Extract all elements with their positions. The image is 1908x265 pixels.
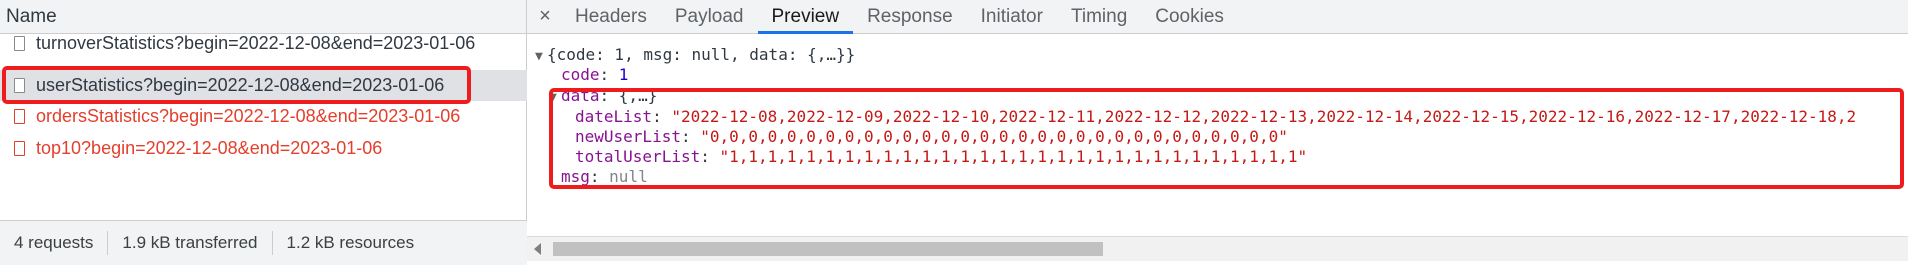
request-detail-panel: × Headers Payload Preview Response Initi…	[527, 0, 1908, 265]
divider	[271, 231, 273, 255]
horizontal-scrollbar[interactable]	[527, 236, 1908, 261]
request-row[interactable]: top10?begin=2022-12-08&end=2023-01-06	[0, 133, 527, 164]
transferred-size: 1.9 kB transferred	[122, 233, 258, 252]
document-icon	[14, 141, 25, 156]
tab-timing[interactable]: Timing	[1057, 0, 1141, 33]
tab-payload[interactable]: Payload	[661, 0, 758, 33]
data-summary: {,…}	[618, 86, 658, 105]
msg-node: msg: null	[561, 167, 648, 186]
msg-value: null	[609, 167, 648, 186]
date-list-value: "2022-12-08,2022-12-09,2022-12-10,2022-1…	[671, 107, 1857, 126]
network-summary-bar: 4 requests 1.9 kB transferred 1.2 kB res…	[0, 220, 527, 265]
request-count: 4 requests	[14, 233, 94, 252]
request-row-selected[interactable]: userStatistics?begin=2022-12-08&end=2023…	[0, 70, 527, 101]
total-user-list-key: totalUserList	[575, 147, 701, 166]
expand-triangle-icon[interactable]: ▼	[549, 86, 561, 110]
new-user-list-value: "0,0,0,0,0,0,0,0,0,0,0,0,0,0,0,0,0,0,0,0…	[700, 127, 1288, 146]
divider	[107, 231, 109, 255]
date-list-key: dateList	[575, 107, 653, 126]
document-icon	[14, 36, 25, 51]
code-key: code	[561, 65, 600, 84]
root-summary: {code: 1, msg: null, data: {,…}}	[547, 45, 856, 64]
expand-triangle-icon[interactable]: ▼	[535, 45, 547, 69]
document-icon	[14, 109, 25, 124]
tab-preview[interactable]: Preview	[757, 0, 854, 34]
name-column-label: Name	[6, 5, 57, 27]
tab-response[interactable]: Response	[853, 0, 967, 33]
data-key: data	[561, 86, 600, 105]
request-row[interactable]: ordersStatistics?begin=2022-12-08&end=20…	[0, 101, 527, 132]
document-icon	[14, 78, 25, 93]
total-user-list-node: totalUserList: "1,1,1,1,1,1,1,1,1,1,1,1,…	[575, 147, 1308, 166]
scroll-left-arrow-icon[interactable]	[534, 243, 541, 255]
resources-size: 1.2 kB resources	[286, 233, 415, 252]
code-value: 1	[618, 65, 629, 84]
tab-initiator[interactable]: Initiator	[967, 0, 1057, 33]
total-user-list-value: "1,1,1,1,1,1,1,1,1,1,1,1,1,1,1,1,1,1,1,1…	[719, 147, 1308, 166]
json-preview-tree: ▼ {code: 1, msg: null, data: {,…}} code: …	[527, 34, 1908, 234]
request-row[interactable]: turnoverStatistics?begin=2022-12-08&end=…	[0, 28, 527, 59]
new-user-list-key: newUserList	[575, 127, 681, 146]
close-icon[interactable]: ×	[529, 0, 561, 33]
detail-tab-bar: × Headers Payload Preview Response Initi…	[527, 0, 1908, 34]
network-request-panel: Name turnoverStatistics?begin=2022-12-08…	[0, 0, 527, 265]
msg-key: msg	[561, 167, 590, 186]
tab-cookies[interactable]: Cookies	[1141, 0, 1238, 33]
request-name: userStatistics?begin=2022-12-08&end=2023…	[36, 75, 445, 95]
tab-headers[interactable]: Headers	[561, 0, 661, 33]
scrollbar-thumb[interactable]	[553, 242, 1103, 256]
request-name: ordersStatistics?begin=2022-12-08&end=20…	[36, 106, 461, 126]
request-name: top10?begin=2022-12-08&end=2023-01-06	[36, 138, 383, 158]
request-name: turnoverStatistics?begin=2022-12-08&end=…	[36, 33, 476, 53]
